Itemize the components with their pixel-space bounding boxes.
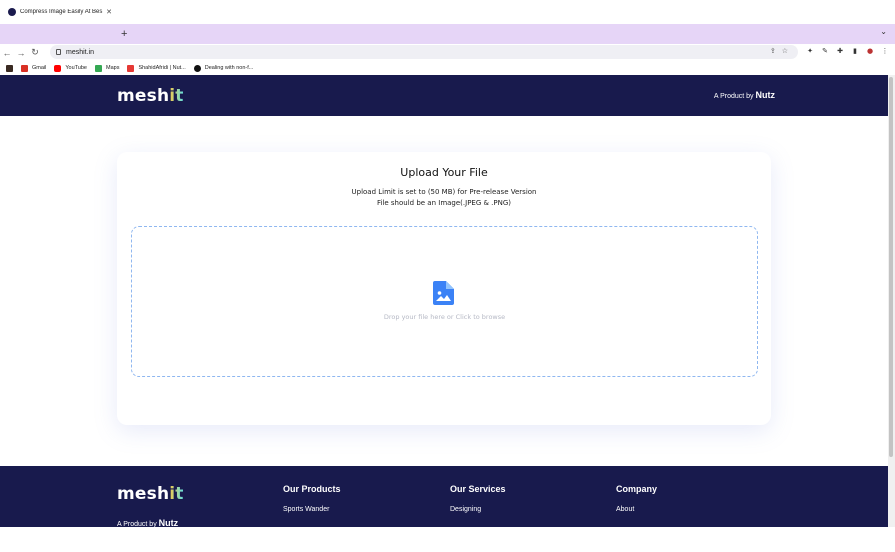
bookmark-github[interactable]: Dealing with non-f... xyxy=(193,64,253,72)
meshit-favicon-icon xyxy=(8,7,16,16)
browser-tab[interactable]: Compress Image Easily At Bes ✕ xyxy=(4,3,116,20)
footer-heading-products: Our Products xyxy=(283,484,341,494)
header-byline[interactable]: A Product by Nutz xyxy=(714,90,775,100)
extension-icon[interactable]: ✎ xyxy=(821,47,829,55)
close-tab-icon[interactable]: ✕ xyxy=(106,8,112,16)
z-icon xyxy=(127,64,135,72)
github-icon xyxy=(193,64,201,72)
browser-toolbar: ← → ↻ meshit.in ⇪☆ xyxy=(0,44,895,61)
footer-meshit-logo[interactable]: meshit xyxy=(117,484,184,504)
image-file-icon xyxy=(433,281,454,305)
footer-link-sports-wander[interactable]: Sports Wander xyxy=(283,506,329,513)
footer-link-about[interactable]: About xyxy=(616,506,634,513)
url-text: meshit.in xyxy=(66,48,95,56)
share-bookmark-icons[interactable]: ⇪☆ xyxy=(770,47,794,55)
reload-icon[interactable]: ↻ xyxy=(28,47,42,58)
youtube-icon xyxy=(54,64,62,72)
puzzle-icon[interactable]: ✚ xyxy=(836,47,844,55)
window-bottom xyxy=(0,527,895,552)
bookmarks-bar: Gmail YouTube Maps ShahidAfridi | Nut...… xyxy=(0,61,895,75)
forward-icon[interactable]: → xyxy=(14,48,28,58)
bookmark-gmail[interactable]: Gmail xyxy=(21,64,46,72)
upload-limit-text: Upload Limit is set to (50 MB) for Pre-r… xyxy=(351,188,537,196)
lock-icon xyxy=(56,49,61,55)
new-tab-button[interactable]: + xyxy=(121,25,127,43)
drop-hint-text: Drop your file here or Click to browse xyxy=(383,313,506,321)
bookmark-shahidafridi[interactable]: ShahidAfridi | Nut... xyxy=(127,64,186,72)
profile-avatar-icon[interactable]: ● xyxy=(866,47,874,55)
maps-icon xyxy=(95,64,102,72)
tab-bar xyxy=(0,24,895,44)
tab-title: Compress Image Easily At Bes xyxy=(20,8,103,15)
menu-icon[interactable]: ⋮ xyxy=(881,47,889,55)
tab-search-icon[interactable]: ⌄ xyxy=(880,27,887,36)
gmail-icon xyxy=(21,64,28,72)
meshit-logo[interactable]: meshit xyxy=(117,86,184,106)
window-top xyxy=(0,0,895,24)
bookmark-maps[interactable]: Maps xyxy=(95,64,119,72)
bookmark-youtube[interactable]: YouTube xyxy=(54,64,87,72)
upload-title: Upload Your File xyxy=(400,166,488,179)
address-bar[interactable]: meshit.in ⇪☆ xyxy=(50,45,798,59)
footer-link-designing[interactable]: Designing xyxy=(450,506,481,513)
apps-icon[interactable] xyxy=(6,64,13,72)
footer-heading-services: Our Services xyxy=(450,484,506,494)
file-type-text: File should be an Image(.JPEG & .PNG) xyxy=(376,199,512,207)
scrollbar-thumb[interactable] xyxy=(889,77,893,457)
extension-icon[interactable]: ✦ xyxy=(806,47,814,55)
extensions-area: ✦ ✎ ✚ ▮ ● ⋮ xyxy=(806,47,889,55)
sidepanel-icon[interactable]: ▮ xyxy=(851,47,859,55)
footer-heading-company: Company xyxy=(616,484,658,494)
back-icon[interactable]: ← xyxy=(0,48,14,58)
